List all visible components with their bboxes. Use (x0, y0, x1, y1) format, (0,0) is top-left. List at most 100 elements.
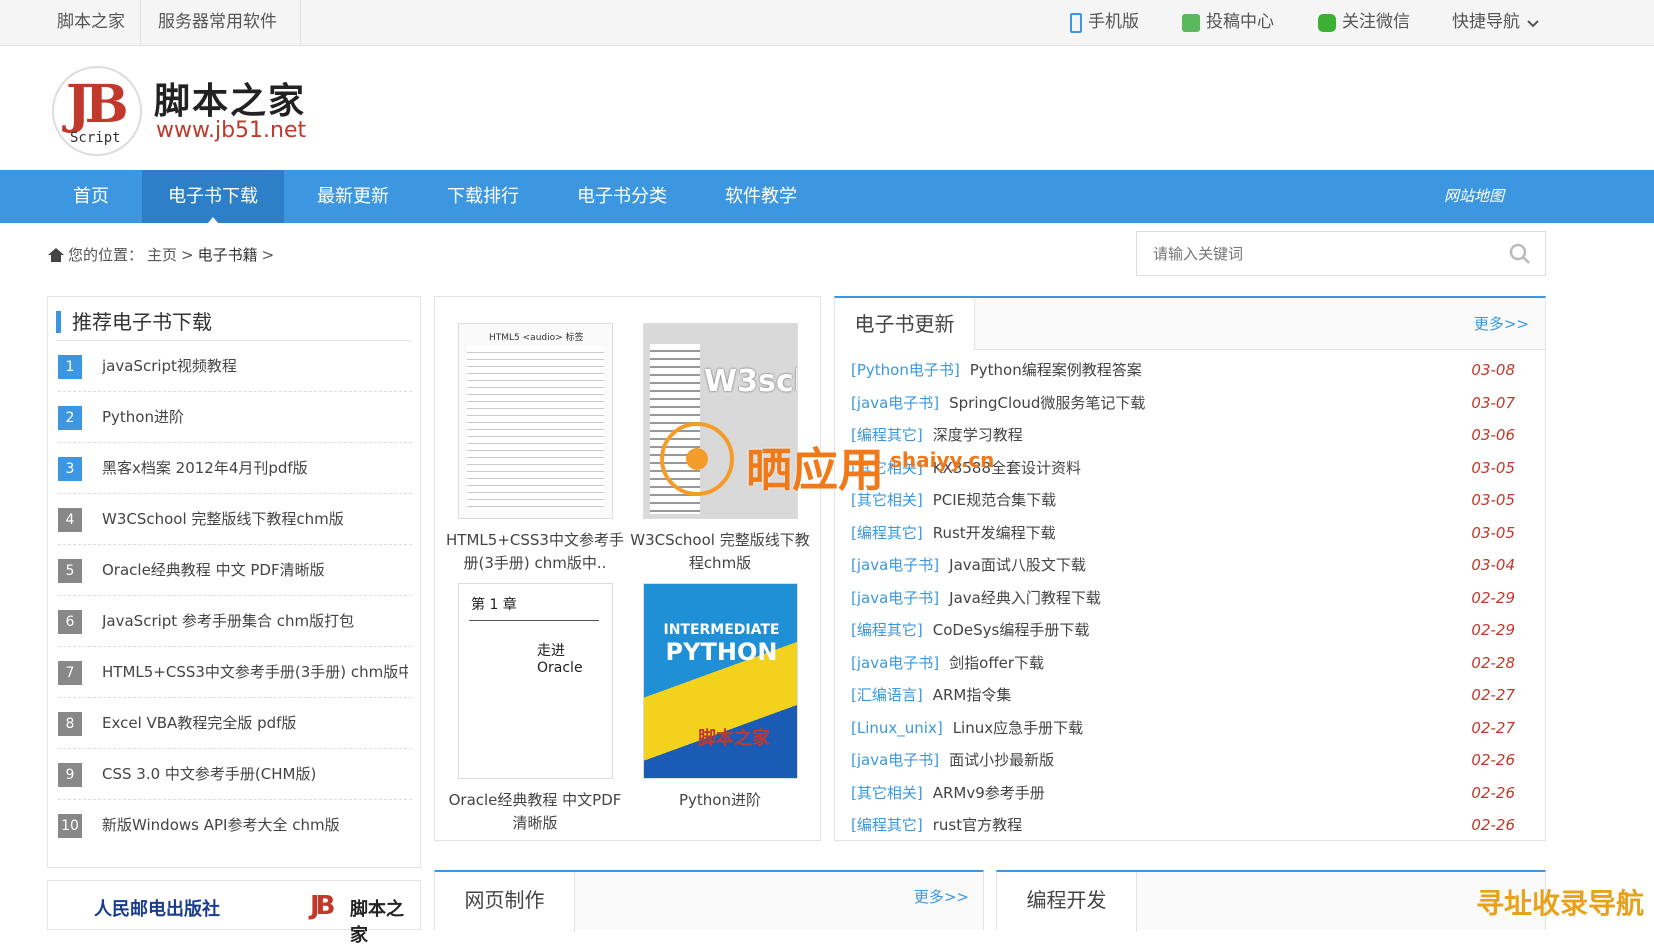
list-item[interactable]: [编程其它] CoDeSys编程手册下载 02-29 (851, 614, 1531, 646)
item-title-link[interactable]: ARMv9参考手册 (933, 784, 1045, 802)
item-date: 03-07 (1471, 393, 1515, 412)
item-title-link[interactable]: Linux应急手册下载 (953, 719, 1083, 737)
category-link[interactable]: [汇编语言] (851, 686, 923, 704)
category-link[interactable]: [Python电子书] (851, 361, 960, 379)
book-caption[interactable]: Python进阶 (630, 789, 810, 812)
list-item[interactable]: [其它相关] ARMv9参考手册 02-26 (851, 777, 1531, 809)
item-title-link[interactable]: Java经典入门教程下载 (949, 589, 1101, 607)
list-item[interactable]: 6 JavaScript 参考手册集合 chm版打包 (58, 596, 412, 647)
publisher-banner[interactable]: 人民邮电出版社 JB 脚本之家 (47, 880, 421, 946)
book-cover-image[interactable]: INTERMEDIATE PYTHON 脚本之家 (643, 583, 798, 779)
top-link-server-software[interactable]: 服务器常用软件 (158, 0, 277, 45)
list-item[interactable]: [java电子书] 剑指offer下载 02-28 (851, 647, 1531, 679)
list-item-title[interactable]: 新版Windows API参考大全 chm版 (102, 800, 408, 851)
nav-ranking[interactable]: 下载排行 (430, 170, 536, 223)
publisher-name: 人民邮电出版社 (94, 899, 220, 920)
rank-badge: 3 (58, 457, 82, 481)
list-item[interactable]: 2 Python进阶 (58, 392, 412, 443)
item-title-link[interactable]: rust官方教程 (933, 816, 1022, 834)
book-cover-image[interactable]: 第 1 章 走进 Oracle (458, 583, 613, 779)
updates-more-link[interactable]: 更多>> (1474, 298, 1529, 350)
list-item-title[interactable]: Excel VBA教程完全版 pdf版 (102, 698, 408, 749)
nav-sitemap[interactable]: 网站地图 (1444, 170, 1504, 223)
item-title-link[interactable]: ARM指令集 (933, 686, 1012, 704)
item-title-link[interactable]: Python编程案例教程答案 (970, 361, 1142, 379)
list-item[interactable]: 7 HTML5+CSS3中文参考手册(3手册) chm版中... (58, 647, 412, 698)
item-title-link[interactable]: 剑指offer下载 (949, 654, 1044, 672)
list-item[interactable]: [Linux_unix] Linux应急手册下载 02-27 (851, 712, 1531, 744)
category-link[interactable]: [Linux_unix] (851, 719, 943, 737)
nav-categories[interactable]: 电子书分类 (566, 170, 678, 223)
category-link[interactable]: [编程其它] (851, 621, 923, 639)
book-cover-image[interactable]: HTML5 <audio> 标签 (458, 323, 613, 519)
list-item[interactable]: 10 新版Windows API参考大全 chm版 (58, 800, 412, 851)
list-item-title[interactable]: Python进阶 (102, 392, 408, 443)
list-item[interactable]: [java电子书] SpringCloud微服务笔记下载 03-07 (851, 387, 1531, 419)
nav-tutorials[interactable]: 软件教学 (706, 170, 816, 223)
category-link[interactable]: [其它相关] (851, 784, 923, 802)
site-logo[interactable]: JB Script 脚本之家 www.jb51.net (52, 66, 312, 158)
list-item-title[interactable]: W3CSchool 完整版线下教程chm版 (102, 494, 408, 545)
top-link-mobile[interactable]: 手机版 (1070, 0, 1139, 45)
category-link[interactable]: [编程其它] (851, 816, 923, 834)
top-link-wechat-label: 关注微信 (1342, 12, 1410, 32)
top-link-contribute[interactable]: 投稿中心 (1182, 0, 1274, 45)
top-link-wechat[interactable]: 关注微信 (1318, 0, 1410, 45)
nav-ebook-download[interactable]: 电子书下载 (142, 170, 284, 223)
list-item[interactable]: [汇编语言] ARM指令集 02-27 (851, 679, 1531, 711)
rank-badge: 8 (58, 712, 82, 736)
list-item[interactable]: 5 Oracle经典教程 中文 PDF清晰版 (58, 545, 412, 596)
item-title-link[interactable]: SpringCloud微服务笔记下载 (949, 394, 1145, 412)
category-link[interactable]: [java电子书] (851, 751, 939, 769)
cover-mark: 脚本之家 (698, 728, 770, 749)
category-link[interactable]: [java电子书] (851, 654, 939, 672)
list-item-title[interactable]: Oracle经典教程 中文 PDF清晰版 (102, 545, 408, 596)
item-date: 03-08 (1471, 361, 1515, 379)
quick-nav-dropdown[interactable]: 快捷导航 (1452, 0, 1540, 45)
list-item-title[interactable]: HTML5+CSS3中文参考手册(3手册) chm版中... (102, 647, 408, 698)
list-item[interactable]: [其它相关] PCIE规范合集下载 03-05 (851, 484, 1531, 516)
breadcrumb-home[interactable]: 主页 (147, 244, 177, 266)
list-item[interactable]: 3 黑客x档案 2012年4月刊pdf版 (58, 443, 412, 494)
list-item[interactable]: [编程其它] Rust开发编程下载 03-05 (851, 517, 1531, 549)
category-link[interactable]: [编程其它] (851, 524, 923, 542)
list-item[interactable]: 9 CSS 3.0 中文参考手册(CHM版) (58, 749, 412, 800)
item-title-link[interactable]: Java面试八股文下载 (949, 556, 1086, 574)
book-caption[interactable]: HTML5+CSS3中文参考手册(3手册) chm版中.. (445, 529, 625, 575)
section-title: 编程开发 (997, 872, 1137, 932)
list-item[interactable]: [java电子书] Java面试八股文下载 03-04 (851, 549, 1531, 581)
list-item[interactable]: 1 javaScript视频教程 (58, 341, 412, 392)
section-more-link[interactable]: 更多>> (914, 872, 969, 922)
item-title-link[interactable]: Rust开发编程下载 (933, 524, 1056, 542)
list-item[interactable]: [java电子书] 面试小抄最新版 02-26 (851, 744, 1531, 776)
book-caption[interactable]: W3CSchool 完整版线下教程chm版 (630, 529, 810, 575)
list-item[interactable]: [编程其它] rust官方教程 02-26 (851, 809, 1531, 841)
list-item[interactable]: [Python电子书] Python编程案例教程答案 03-08 (851, 354, 1531, 386)
item-date: 02-26 (1471, 816, 1515, 834)
nav-home[interactable]: 首页 (48, 170, 134, 223)
search-icon[interactable] (1509, 243, 1531, 265)
book-caption[interactable]: Oracle经典教程 中文PDF清晰版 (445, 789, 625, 835)
list-item[interactable]: 4 W3CSchool 完整版线下教程chm版 (58, 494, 412, 545)
category-link[interactable]: [java电子书] (851, 394, 939, 412)
item-title-link[interactable]: PCIE规范合集下载 (933, 491, 1056, 509)
publisher-site: 脚本之家 (350, 899, 404, 946)
breadcrumb-sep: > (181, 246, 194, 264)
list-item-title[interactable]: 黑客x档案 2012年4月刊pdf版 (102, 443, 408, 494)
search-input[interactable] (1137, 232, 1497, 275)
category-link[interactable]: [java电子书] (851, 556, 939, 574)
item-title-link[interactable]: CoDeSys编程手册下载 (933, 621, 1090, 639)
list-item-title[interactable]: JavaScript 参考手册集合 chm版打包 (102, 596, 408, 647)
list-item-title[interactable]: javaScript视频教程 (102, 341, 408, 392)
list-item-title[interactable]: CSS 3.0 中文参考手册(CHM版) (102, 749, 408, 800)
nav-latest[interactable]: 最新更新 (300, 170, 406, 223)
breadcrumb-current[interactable]: 电子书籍 (198, 244, 258, 266)
top-link-home[interactable]: 脚本之家 (57, 0, 125, 45)
rank-badge: 2 (58, 406, 82, 430)
list-item[interactable]: 8 Excel VBA教程完全版 pdf版 (58, 698, 412, 749)
item-title-link[interactable]: 面试小抄最新版 (949, 751, 1054, 769)
list-item[interactable]: [java电子书] Java经典入门教程下载 02-29 (851, 582, 1531, 614)
cover-lines (467, 346, 604, 510)
category-link[interactable]: [java电子书] (851, 589, 939, 607)
cover-text: HTML5 <audio> 标签 (489, 333, 584, 343)
